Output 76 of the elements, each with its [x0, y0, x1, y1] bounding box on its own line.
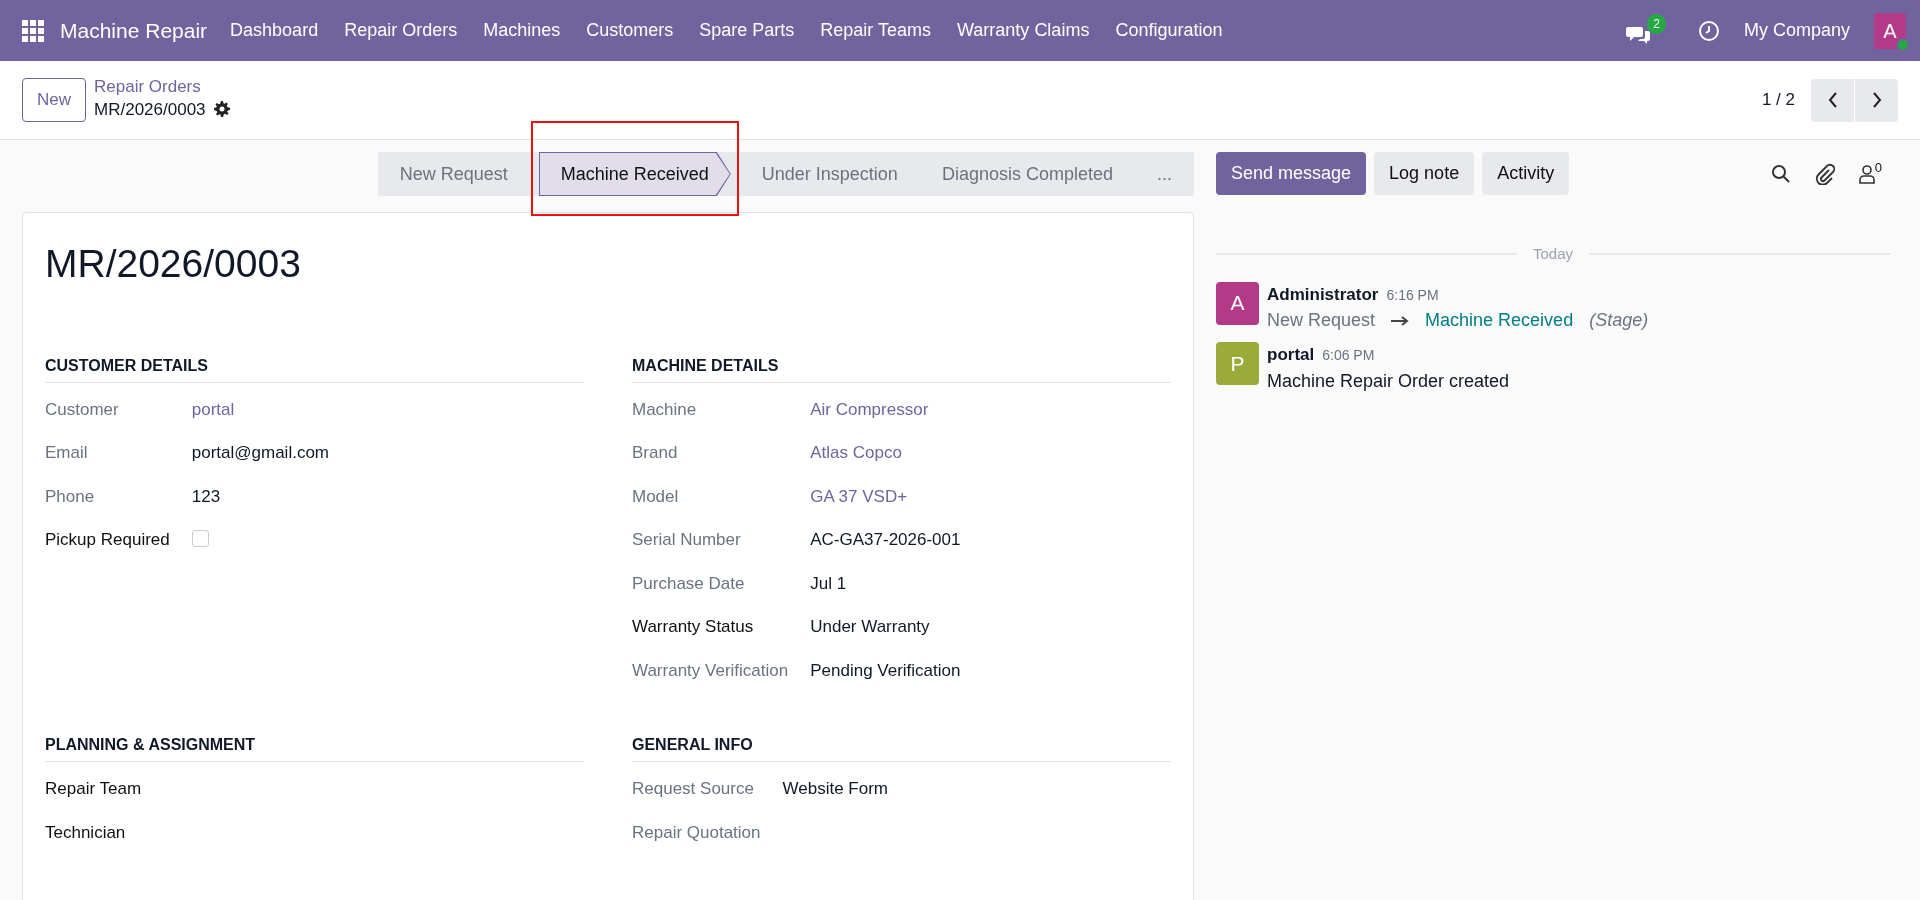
- settings-icon[interactable]: [213, 101, 230, 118]
- new-value: Machine Received: [1425, 309, 1574, 332]
- message-time: 6:06 PM: [1322, 346, 1375, 365]
- field-label: Machine: [632, 398, 698, 421]
- record-title: MR/2026/0003: [45, 241, 302, 287]
- stage-tab[interactable]: Machine Received: [538, 152, 731, 196]
- field-label: Customer: [45, 398, 120, 421]
- chevron-right-icon: [1871, 92, 1882, 108]
- chevron-left-icon: [1827, 92, 1838, 108]
- field-link[interactable]: Air Compressor: [810, 399, 929, 419]
- next-button[interactable]: [1855, 78, 1898, 122]
- field-label: Brand: [632, 442, 679, 464]
- field-label: Technician: [45, 821, 127, 844]
- arrow-icon: [1391, 315, 1410, 326]
- field-value: Under Warranty: [810, 617, 930, 636]
- new-button[interactable]: New: [22, 78, 86, 122]
- company-switcher[interactable]: My Company: [1743, 17, 1850, 44]
- field-label: Phone: [45, 485, 96, 508]
- section-heading: CUSTOMER DETAILS: [45, 353, 584, 383]
- menu-item[interactable]: Repair Teams: [807, 17, 945, 44]
- menu-item[interactable]: Machines: [470, 17, 574, 44]
- field-value: Pending Verification: [810, 660, 961, 680]
- field-value: portal@gmail.com: [191, 443, 329, 462]
- menu-item[interactable]: Dashboard: [217, 17, 332, 44]
- menu-item[interactable]: Repair Orders: [331, 17, 471, 44]
- author-name: portal: [1267, 344, 1315, 366]
- field-value: AC-GA37-2026-001: [810, 530, 961, 549]
- message-body: Machine Repair Order created: [1267, 369, 1510, 393]
- breadcrumb-link[interactable]: Repair Orders: [94, 77, 230, 97]
- date-separator: Today: [1533, 244, 1573, 264]
- field-label: Repair Quotation: [632, 821, 761, 844]
- field-link[interactable]: portal: [191, 399, 235, 419]
- chatter-button[interactable]: Log note: [1374, 152, 1475, 195]
- person-icon: [1858, 163, 1875, 184]
- message-count-badge: 2: [1647, 13, 1666, 34]
- apps-menu-icon[interactable]: [22, 19, 44, 42]
- field-value: Jul 1: [810, 573, 847, 593]
- app-name[interactable]: Machine Repair: [60, 14, 208, 47]
- field-link[interactable]: GA 37 VSD+: [810, 486, 908, 506]
- field-name: (Stage): [1589, 309, 1649, 332]
- menu-item[interactable]: Spare Parts: [686, 17, 808, 44]
- chatter-button[interactable]: Send message: [1216, 152, 1367, 195]
- field-value: Website Form: [782, 779, 889, 798]
- menu-item[interactable]: Configuration: [1102, 17, 1236, 44]
- section-heading: GENERAL INFO: [632, 733, 1171, 762]
- field-label: Warranty Status: [632, 616, 755, 638]
- author-name: Administrator: [1267, 283, 1379, 306]
- field-label: Model: [632, 485, 680, 508]
- avatar: A: [1216, 281, 1259, 325]
- checkbox[interactable]: [191, 530, 209, 547]
- menu-item[interactable]: Customers: [573, 17, 687, 44]
- followers-button[interactable]: 0: [1858, 163, 1882, 184]
- old-value: New Request: [1267, 309, 1376, 332]
- chatter-button[interactable]: Activity: [1482, 152, 1570, 195]
- field-label: Pickup Required: [45, 529, 170, 551]
- messages-button[interactable]: 2: [1625, 13, 1666, 48]
- field-label: Request Source: [632, 778, 755, 800]
- previous-button[interactable]: [1811, 78, 1854, 122]
- record-name: MR/2026/0003: [94, 98, 206, 121]
- field-label: Purchase Date: [632, 572, 746, 595]
- paperclip-icon[interactable]: [1814, 162, 1835, 185]
- field-link[interactable]: Atlas Copco: [810, 443, 902, 462]
- field-label: Email: [45, 442, 89, 464]
- field-label: Serial Number: [632, 529, 742, 551]
- field-label: Repair Team: [45, 778, 142, 800]
- section-heading: PLANNING & ASSIGNMENT: [45, 733, 584, 762]
- search-icon[interactable]: [1770, 163, 1791, 184]
- pager-counter: 1 / 2: [1761, 89, 1795, 112]
- avatar: P: [1216, 342, 1259, 385]
- user-avatar[interactable]: A: [1874, 12, 1906, 49]
- section-heading: MACHINE DETAILS: [632, 353, 1171, 383]
- field-label: Warranty Verification: [632, 659, 789, 682]
- message-time: 6:16 PM: [1386, 285, 1439, 305]
- field-value: 123: [191, 486, 221, 506]
- menu-item[interactable]: Warranty Claims: [944, 17, 1103, 44]
- clock-icon[interactable]: [1697, 19, 1720, 42]
